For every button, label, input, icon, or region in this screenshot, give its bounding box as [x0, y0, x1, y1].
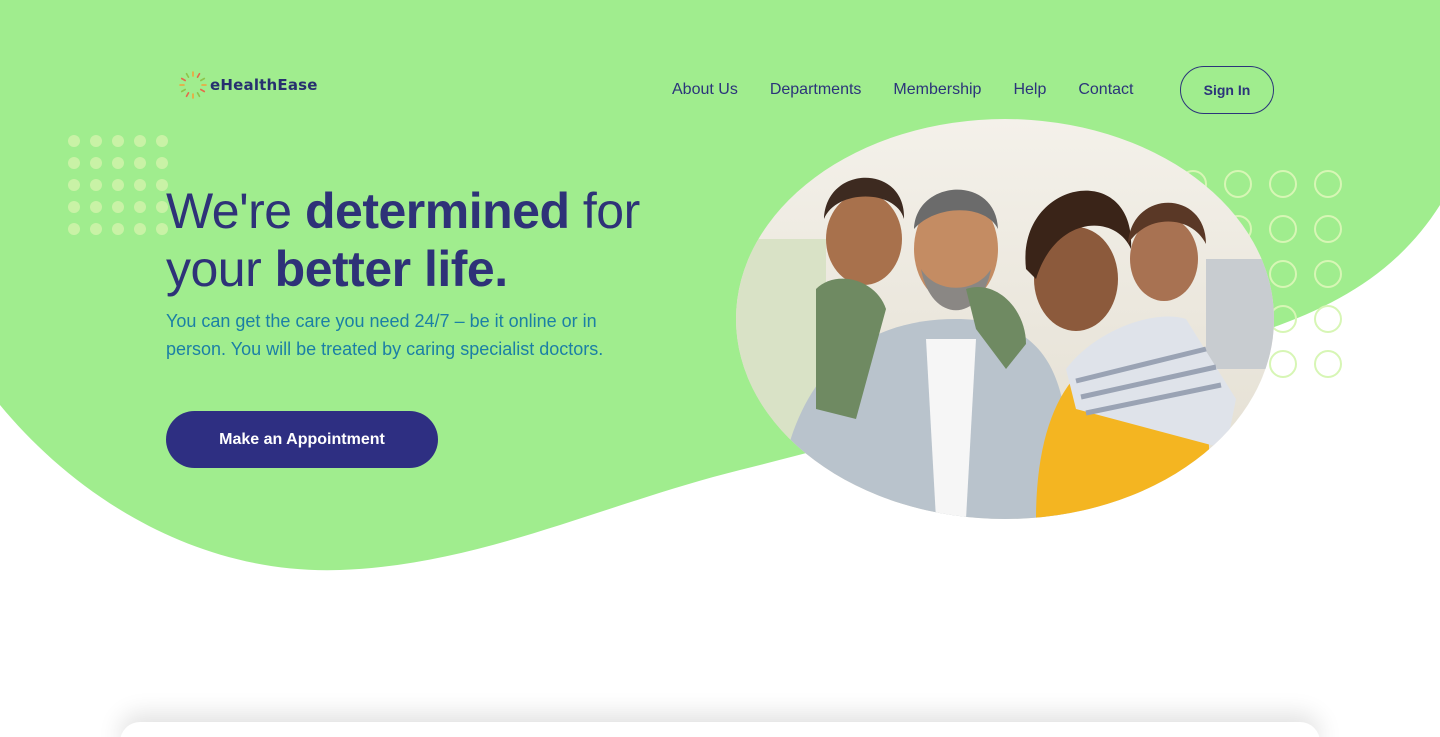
sign-in-button[interactable]: Sign In: [1180, 66, 1274, 114]
headline-bold-1: determined: [305, 183, 570, 239]
content-card-edge: [120, 722, 1320, 737]
brand-name: eHealthEase: [210, 76, 318, 94]
hero-headline: We're determined for your better life.: [166, 182, 640, 298]
main-nav: About Us Departments Membership Help Con…: [672, 66, 1165, 114]
headline-bold-2: better life.: [274, 241, 508, 297]
brand-logo[interactable]: eHealthEase: [178, 70, 318, 100]
nav-help[interactable]: Help: [1013, 81, 1046, 99]
headline-text-1: We're: [166, 183, 305, 239]
nav-departments[interactable]: Departments: [770, 81, 862, 99]
logo-sunburst-icon: [179, 71, 207, 99]
hero-family-photo: [736, 119, 1274, 519]
nav-about-us[interactable]: About Us: [672, 81, 738, 99]
headline-text-3: your: [166, 241, 275, 297]
nav-contact[interactable]: Contact: [1078, 81, 1133, 99]
decorative-dots-left: [68, 135, 168, 235]
nav-membership[interactable]: Membership: [893, 81, 981, 99]
make-appointment-button[interactable]: Make an Appointment: [166, 411, 438, 468]
headline-text-2: for: [569, 183, 640, 239]
hero-subtext: You can get the care you need 24/7 – be …: [166, 311, 604, 359]
